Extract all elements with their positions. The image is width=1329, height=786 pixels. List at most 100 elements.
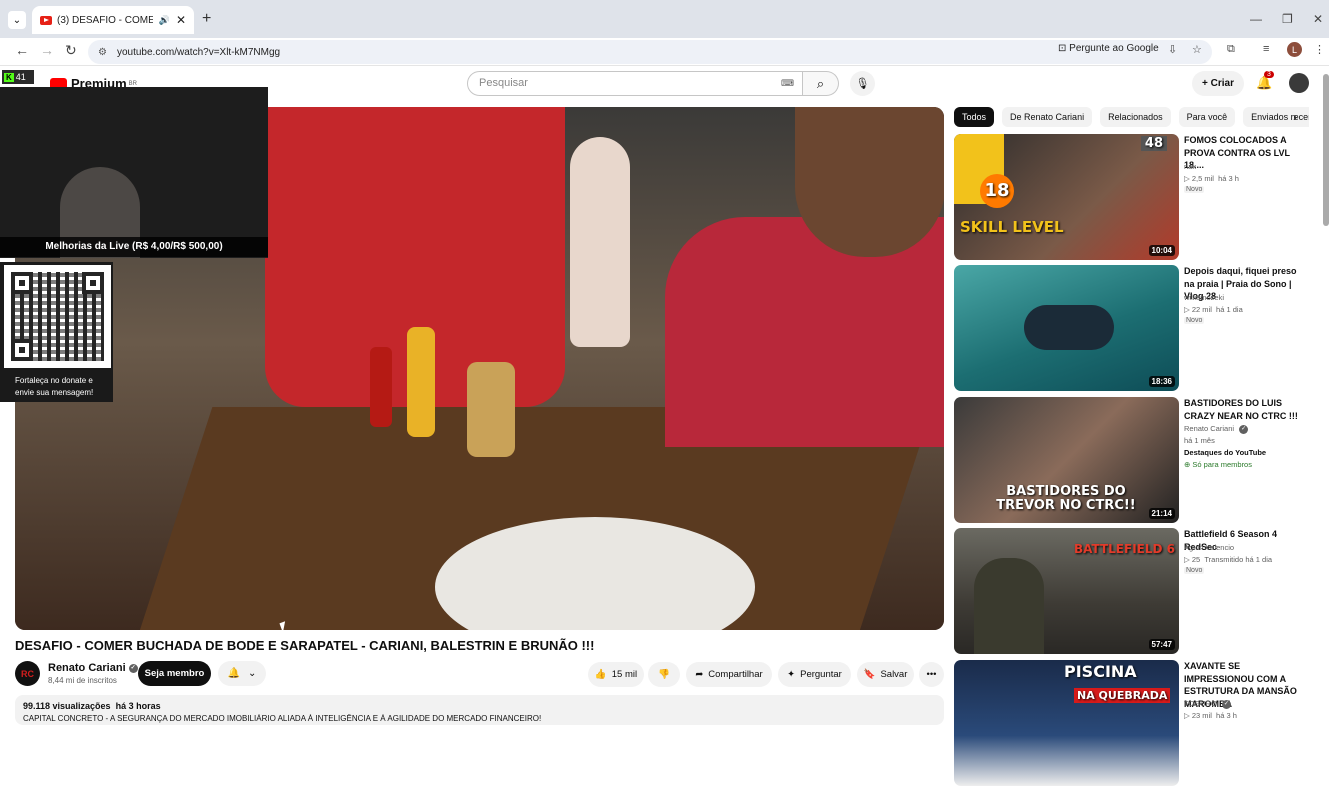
search-button[interactable]: ⌕ [803,71,839,96]
ask-label: Perguntar [800,669,842,680]
search-placeholder: Pesquisar [479,77,528,89]
qr-corner [11,272,33,294]
site-info-icon[interactable]: ⚙ [98,47,107,58]
recommendation-channel[interactable]: TOGURO ✓ [1184,698,1231,710]
address-bar[interactable]: ⚙ youtube.com/watch?v=Xlt-kM7NMgg [88,40,1212,64]
sparkle-icon: ✦ [787,669,796,680]
search-input[interactable]: Pesquisar ⌨ [467,71,803,96]
browser-menu-icon[interactable]: ⋮ [1314,43,1325,56]
recommendation-channel[interactable]: Renato Cariani ✓ [1184,423,1249,435]
recommendation-stats: há 1 mês [1184,436,1215,445]
forward-icon[interactable]: → [40,42,54,58]
reload-icon[interactable]: ↻ [65,42,77,59]
logo-region: BR [128,80,137,87]
speaker-icon[interactable]: 🔊 [159,15,170,26]
bookmark-star-icon[interactable]: ☆ [1192,43,1202,56]
recommendation-item[interactable]: 48 18 SKILL LEVEL 10:04 FOMOS COLOCADOS … [954,134,1314,260]
ask-google-label: Pergunte ao Google [1069,43,1159,54]
youtube-favicon-icon [40,15,52,25]
video-thumbnail[interactable]: PISCINA NA QUEBRADA [954,660,1179,786]
create-button[interactable]: + Criar [1192,71,1244,96]
close-tab-icon[interactable]: ✕ [176,13,186,27]
video-duration: 18:36 [1148,376,1175,387]
window-close-icon[interactable]: ✕ [1313,12,1323,26]
join-button[interactable]: Seja membro [138,661,211,686]
verified-icon: ✓ [128,663,138,673]
video-hot-sauce [370,347,392,427]
rec-channel-text: TOGURO [1184,699,1217,708]
recommendation-item[interactable]: PISCINA NA QUEBRADA XAVANTE SE IMPRESSIO… [954,660,1314,786]
members-only-label: ⊕ Só para membros [1184,460,1252,469]
rec-time: há 3 h [1218,174,1239,183]
highlight-label: Destaques do YouTube [1184,448,1267,457]
recommendation-channel[interactable]: nak [1184,161,1196,173]
page-scrollbar[interactable] [1323,74,1329,226]
chip-channel[interactable]: De Renato Cariani [1002,107,1093,127]
rec-views: 22 mil [1191,305,1212,314]
channel-name-text: Renato Cariani [48,662,126,674]
channel-avatar[interactable]: RC [15,661,40,686]
ask-button[interactable]: ✦ Perguntar [778,662,851,687]
chip-for-you[interactable]: Para você [1178,107,1236,127]
live-goal-label: Melhorias da Live (R$ 4,00/R$ 500,00) [0,237,268,257]
thumb-decor [974,558,1044,654]
video-duration: 10:04 [1148,245,1175,256]
recommendation-title[interactable]: FOMOS COLOCADOS A PROVA CONTRA OS LVL 18… [1184,134,1309,172]
bell-icon: 🔔 [227,668,241,679]
video-head [795,107,944,257]
browser-tab-strip: ⌄ (3) DESAFIO - COMER BUC 🔊 ✕ + — ❐ ✕ [0,0,1329,38]
new-badge: Novo [1184,567,1205,574]
video-thumbnail[interactable]: 18:36 [954,265,1179,391]
subscriber-count: 8,44 mi de inscritos [48,676,117,685]
video-girl [570,137,630,347]
chip-all[interactable]: Todos [954,107,995,127]
thumb-text: NA QUEBRADA [1074,688,1171,703]
thumb-decor [1024,305,1114,350]
back-icon[interactable]: ← [15,42,29,58]
recommendation-title[interactable]: BASTIDORES DO LUIS CRAZY NEAR NO CTRC !!… [1184,397,1309,422]
profile-avatar[interactable]: L [1287,42,1302,57]
recommendation-channel[interactable]: williamozeki [1184,292,1224,304]
verified-icon: ✓ [1221,699,1231,709]
subscription-bell-button[interactable]: 🔔 ⌄ [218,661,266,686]
like-button[interactable]: 👍 15 mil [588,662,644,687]
description-box[interactable]: 99.118 visualizações há 3 horas CAPITAL … [15,695,944,725]
rec-time: há 1 dia [1216,305,1243,314]
more-actions-button[interactable]: ••• [919,662,944,687]
thumb-text: 48 [1140,136,1167,151]
chip-related[interactable]: Relacionados [1100,107,1171,127]
recommendation-item[interactable]: 18:36 Depois daqui, fiquei preso na prai… [954,265,1314,391]
video-thumbnail[interactable]: BATTLEFIELD 6 57:47 [954,528,1179,654]
new-tab-button[interactable]: + [202,10,211,28]
qr-corner [82,272,104,294]
recommendation-channel[interactable]: Agton Velencio [1184,542,1234,554]
media-icon[interactable]: ≡ [1263,43,1269,55]
video-thumbnail[interactable]: BASTIDORES DO TREVOR NO CTRC!! 21:14 [954,397,1179,523]
browser-tab[interactable]: (3) DESAFIO - COMER BUC 🔊 ✕ [32,6,194,34]
video-thumbnail[interactable]: 48 18 SKILL LEVEL 10:04 [954,134,1179,260]
tab-search-button[interactable]: ⌄ [8,11,26,29]
minimize-icon[interactable]: — [1250,12,1262,26]
share-icon: ➦ [695,669,704,680]
recommendation-item[interactable]: BASTIDORES DO TREVOR NO CTRC!! 21:14 BAS… [954,397,1314,523]
account-avatar[interactable] [1289,73,1309,93]
chevron-right-icon[interactable]: › [1293,110,1297,124]
ask-google-button[interactable]: ⊡ Pergunte ao Google [1058,43,1159,54]
chip-recent[interactable]: Enviados recentemente [1243,107,1309,127]
voice-search-button[interactable]: 🎙 [850,71,875,96]
qr-pattern [11,272,104,361]
related-chips: Todos De Renato Cariani Relacionados Par… [954,107,1309,129]
channel-name[interactable]: Renato Cariani ✓ [48,662,138,674]
notifications-button[interactable]: 🔔 3 [1256,71,1274,91]
recommendation-item[interactable]: BATTLEFIELD 6 57:47 Battlefield 6 Season… [954,528,1314,654]
keyboard-icon[interactable]: ⌨ [781,78,794,89]
new-badge: Novo [1184,317,1205,324]
share-button[interactable]: ➦ Compartilhar [686,662,772,687]
install-icon[interactable]: ⇩ [1168,43,1177,56]
thumb-text: BATTLEFIELD 6 [1074,542,1175,556]
dislike-button[interactable]: 👎 [648,662,680,687]
restore-icon[interactable]: ❐ [1282,12,1293,26]
save-button[interactable]: 🔖 Salvar [857,662,914,687]
view-count: 99.118 visualizações [23,701,111,711]
extensions-icon[interactable]: ⧉ [1227,43,1235,56]
